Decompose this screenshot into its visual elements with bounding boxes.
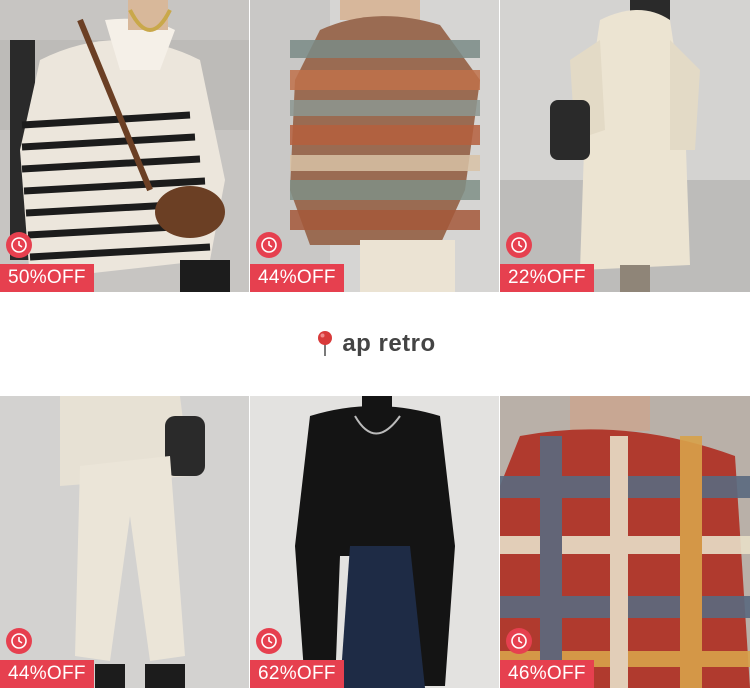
discount-badge: 22%OFF: [500, 264, 594, 292]
product-card[interactable]: 44%OFF: [250, 0, 499, 292]
product-image-trench-coat: [500, 0, 750, 292]
product-card[interactable]: 50%OFF: [0, 0, 249, 292]
discount-badge: 46%OFF: [500, 660, 594, 688]
product-grid-top: 50%OFF 44%OFF 22%OFF: [0, 0, 750, 292]
product-grid-bottom: 44%OFF 62%OFF 46%OFF: [0, 396, 750, 688]
product-image-plaid-sweater: [500, 396, 750, 688]
clock-icon: [506, 232, 532, 258]
store-label[interactable]: ap retro: [0, 292, 750, 396]
clock-icon: [256, 628, 282, 654]
discount-badge: 44%OFF: [0, 660, 94, 688]
map-pin-icon: [318, 331, 333, 356]
product-card[interactable]: 46%OFF: [500, 396, 750, 688]
product-card[interactable]: 62%OFF: [250, 396, 499, 688]
clock-icon: [6, 232, 32, 258]
product-card[interactable]: 44%OFF: [0, 396, 249, 688]
clock-icon: [6, 628, 32, 654]
product-image-black-turtleneck: [250, 396, 499, 688]
product-image-gradient-knit: [250, 0, 499, 292]
clock-icon: [506, 628, 532, 654]
store-name: ap retro: [342, 330, 436, 357]
discount-badge: 44%OFF: [250, 264, 344, 292]
product-card[interactable]: 22%OFF: [500, 0, 750, 292]
product-image-striped-sweater: [0, 0, 249, 292]
product-image-cream-pants: [0, 396, 249, 688]
discount-badge: 50%OFF: [0, 264, 94, 292]
clock-icon: [256, 232, 282, 258]
discount-badge: 62%OFF: [250, 660, 344, 688]
